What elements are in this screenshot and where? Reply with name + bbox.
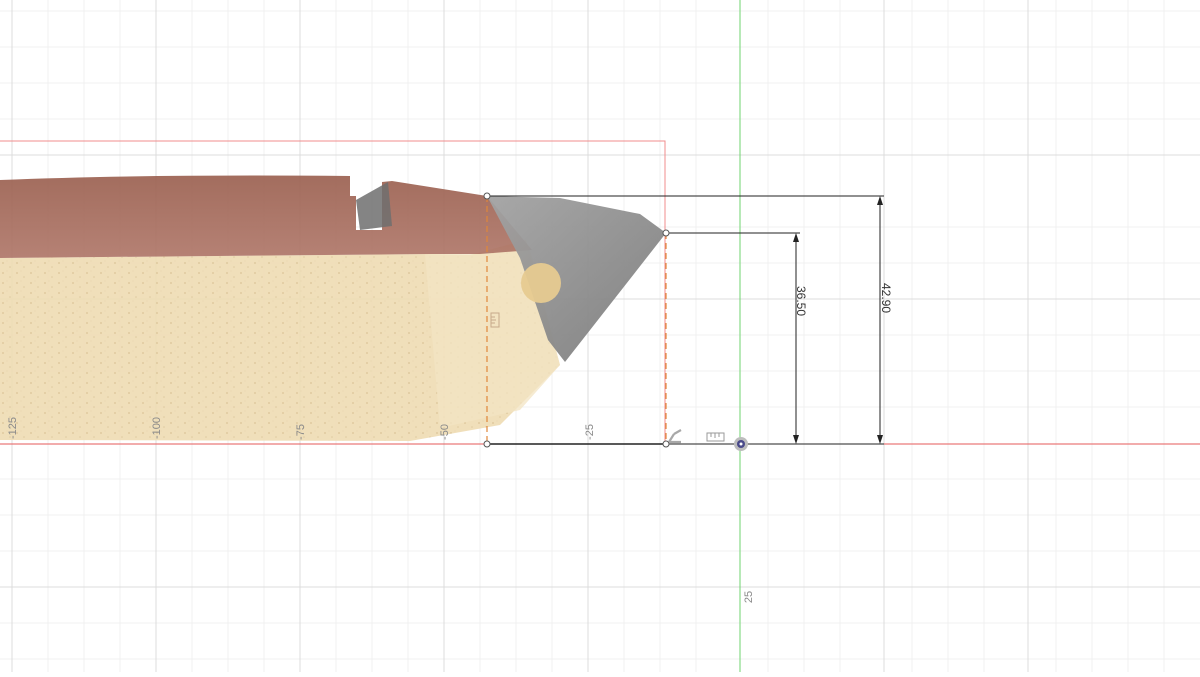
ruler-label-x: -50 xyxy=(439,424,451,440)
ruler-label-x: -125 xyxy=(7,417,19,439)
dimension-36-50[interactable]: 36.50 xyxy=(793,233,808,444)
ruler-label-x: -25 xyxy=(584,424,596,440)
ruler-label-x: -100 xyxy=(151,417,163,439)
sketch-point[interactable] xyxy=(662,229,670,237)
origin-icon[interactable] xyxy=(734,437,748,451)
sketch-canvas[interactable]: 36.50 42.90 -125 -100 -75 -50 -25 25 xyxy=(0,0,1200,672)
sketch-point[interactable] xyxy=(483,440,491,448)
dimension-label-36-50[interactable]: 36.50 xyxy=(794,286,808,316)
dimension-label-42-90[interactable]: 42.90 xyxy=(879,283,893,313)
blade-screw xyxy=(521,263,561,303)
ruler-label-x: -75 xyxy=(295,424,307,440)
sketch-point[interactable] xyxy=(662,440,670,448)
ruler-label-y: 25 xyxy=(743,591,755,603)
sketch-point[interactable] xyxy=(483,192,491,200)
dimension-icon[interactable] xyxy=(706,432,725,442)
wood-dark-top xyxy=(0,175,532,258)
canvas-image-wood-block[interactable] xyxy=(0,140,666,445)
design-viewport[interactable]: 36.50 42.90 -125 -100 -75 -50 -25 25 xyxy=(0,0,1200,672)
constraint-icon[interactable] xyxy=(668,429,682,444)
groove-shadow xyxy=(356,182,392,230)
